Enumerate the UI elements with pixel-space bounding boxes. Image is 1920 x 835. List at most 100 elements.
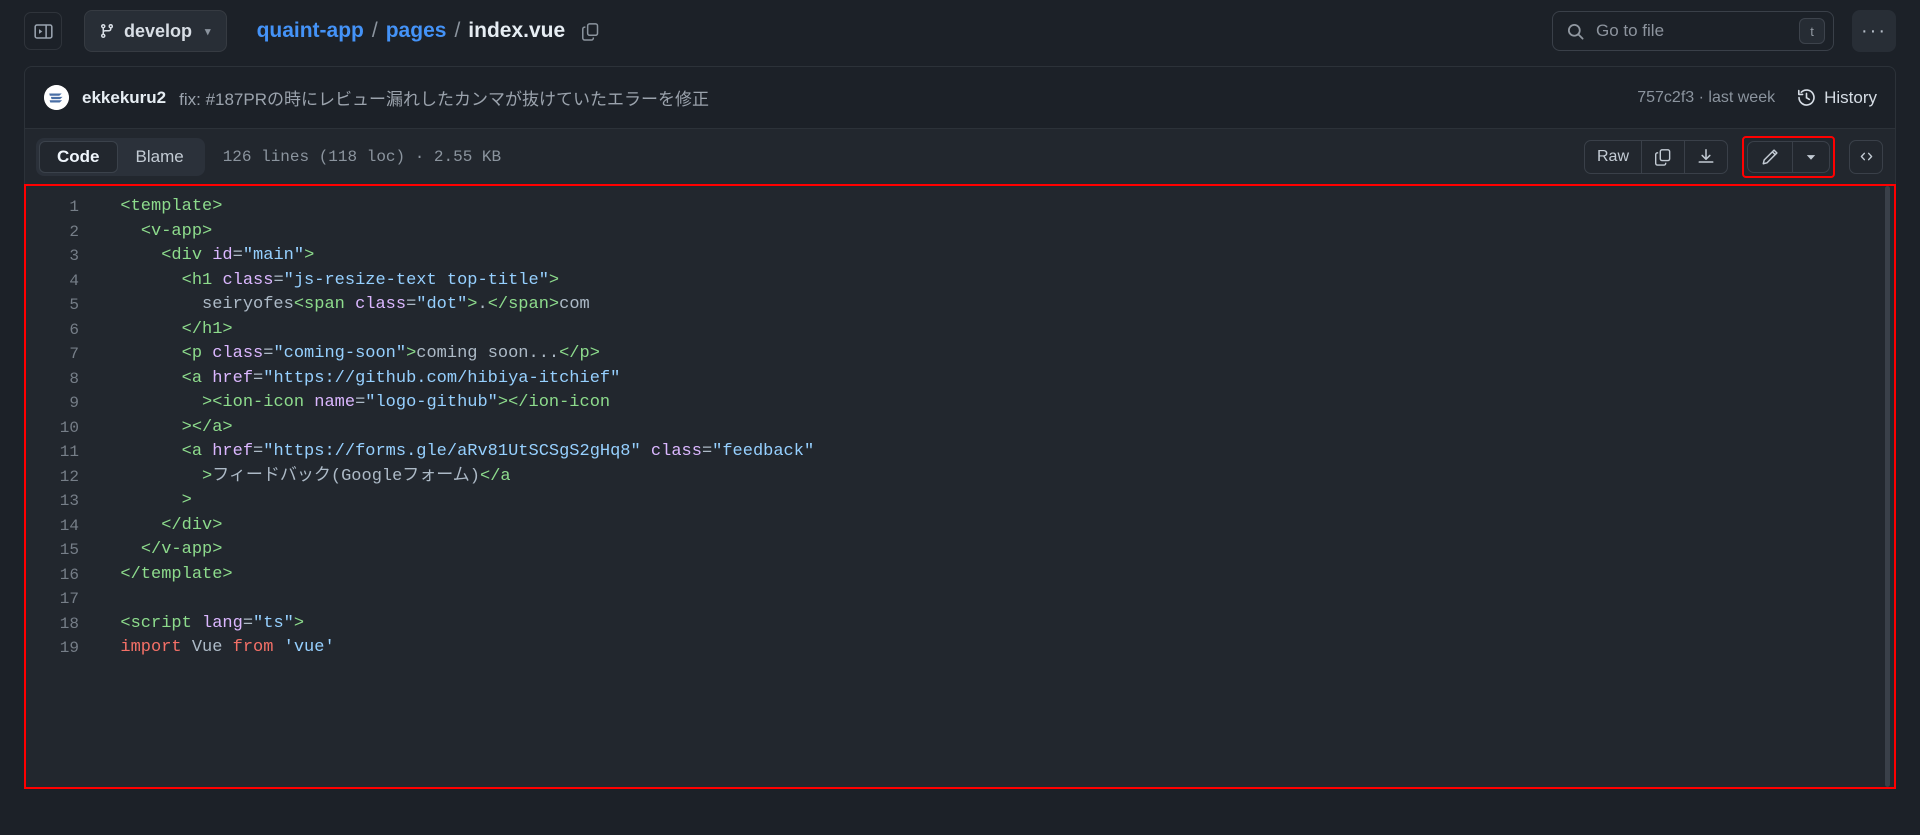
pencil-edit-icon[interactable]: [1748, 141, 1793, 172]
code-token-str: "ts": [253, 613, 294, 633]
line-number[interactable]: 12: [26, 465, 100, 490]
line-number[interactable]: 18: [26, 612, 100, 637]
code-line: 15 </v-app>: [26, 538, 1894, 563]
code-line: 17: [26, 587, 1894, 612]
avatar-glyph: [44, 85, 69, 110]
line-number[interactable]: 7: [26, 342, 100, 367]
download-icon[interactable]: [1685, 141, 1727, 173]
line-content[interactable]: <div id="main">: [100, 244, 1894, 269]
line-content[interactable]: seiryofes<span class="dot">.</span>com: [100, 293, 1894, 318]
line-content[interactable]: [100, 587, 1894, 612]
tab-code[interactable]: Code: [39, 140, 118, 173]
more-options-button[interactable]: ···: [1852, 10, 1896, 52]
line-number[interactable]: 10: [26, 416, 100, 441]
line-number[interactable]: 11: [26, 440, 100, 465]
code-token-str: 'vue': [283, 638, 335, 657]
line-number[interactable]: 5: [26, 293, 100, 318]
line-content[interactable]: >: [100, 489, 1894, 514]
line-number[interactable]: 15: [26, 538, 100, 563]
sidebar-expand-glyph: [33, 23, 53, 39]
code-token-punct: =: [263, 344, 274, 363]
line-content[interactable]: ><ion-icon name="logo-github"></ion-icon: [100, 391, 1894, 416]
code-token-attr: name: [314, 393, 356, 412]
breadcrumb-repo[interactable]: quaint-app: [257, 19, 364, 43]
code-symbols-icon[interactable]: [1849, 139, 1883, 174]
copy-raw-glyph: [1654, 148, 1671, 166]
commit-message[interactable]: fix: #187PRの時にレビュー漏れしたカンマが抜けていたエラーを修正: [179, 85, 709, 110]
chevron-down-icon: ▾: [205, 25, 211, 38]
code-line: 18 <script lang="ts">: [26, 612, 1894, 637]
code-token-tag: >: [202, 466, 213, 486]
sidebar-expand-icon[interactable]: [24, 12, 62, 50]
commit-relative-time: last week: [1708, 88, 1776, 106]
avatar[interactable]: [44, 85, 69, 110]
line-content[interactable]: <p class="coming-soon">coming soon...</p…: [100, 342, 1894, 367]
search-input[interactable]: Go to file t: [1552, 11, 1834, 51]
code-token-kw: from: [232, 638, 274, 657]
commit-author[interactable]: ekkekuru2: [82, 88, 166, 108]
code-line: 14 </div>: [26, 514, 1894, 539]
code-token-kw: import: [120, 638, 182, 657]
line-number[interactable]: 9: [26, 391, 100, 416]
commit-sha[interactable]: 757c2f3: [1637, 89, 1694, 106]
line-number[interactable]: 1: [26, 195, 100, 220]
raw-copy-download-group: Raw: [1583, 139, 1728, 174]
code-token-punct: =: [406, 295, 417, 314]
code-token-str: "https://forms.gle/aRv81UtSCSgS2gHq8": [263, 442, 641, 461]
commit-separator: ·: [1698, 88, 1704, 106]
line-content[interactable]: ></a>: [100, 416, 1894, 441]
copy-raw-icon[interactable]: [1642, 140, 1685, 173]
line-content[interactable]: <a href="https://forms.gle/aRv81UtSCSgS2…: [100, 440, 1894, 465]
raw-button[interactable]: Raw: [1585, 140, 1642, 173]
line-number[interactable]: 19: [26, 636, 100, 661]
code-token-tag: </span>: [487, 295, 560, 314]
line-content[interactable]: </template>: [100, 563, 1894, 588]
code-token-attr: class: [355, 295, 407, 314]
line-number[interactable]: 14: [26, 514, 100, 539]
code-token-tag: </a: [480, 466, 511, 486]
line-content[interactable]: </v-app>: [100, 538, 1894, 563]
line-number[interactable]: 17: [26, 587, 100, 612]
line-content[interactable]: <script lang="ts">: [100, 612, 1894, 637]
chevron-down-icon[interactable]: [1793, 142, 1829, 172]
line-number[interactable]: 4: [26, 269, 100, 294]
line-number[interactable]: 16: [26, 563, 100, 588]
copy-path-icon[interactable]: [581, 22, 600, 41]
line-content[interactable]: <a href="https://github.com/hibiya-itchi…: [100, 367, 1894, 392]
line-content[interactable]: >フィードバック(Googleフォーム)</a: [100, 465, 1894, 490]
line-content[interactable]: <template>: [100, 195, 1894, 220]
tab-blame[interactable]: Blame: [118, 141, 202, 173]
code-token-str: "logo-github": [365, 393, 498, 412]
code-viewer: 1 <template> 2 <v-app> 3 <div id="main"> 4 …: [24, 184, 1896, 789]
history-link[interactable]: History: [1797, 88, 1877, 108]
branch-selector[interactable]: develop ▾: [84, 10, 227, 52]
git-branch-icon: [100, 24, 113, 39]
code-token-punct: =: [701, 442, 713, 461]
line-content[interactable]: </h1>: [100, 318, 1894, 343]
line-content[interactable]: </div>: [100, 514, 1894, 539]
line-number[interactable]: 13: [26, 489, 100, 514]
line-content[interactable]: <v-app>: [100, 220, 1894, 245]
code-scrollbar[interactable]: [1885, 186, 1890, 787]
line-content[interactable]: <h1 class="js-resize-text top-title">: [100, 269, 1894, 294]
branch-name: develop: [124, 20, 193, 41]
code-token-plain: coming soon...: [416, 344, 560, 363]
line-number[interactable]: 6: [26, 318, 100, 343]
breadcrumb-folder[interactable]: pages: [386, 19, 447, 43]
line-content[interactable]: import Vue from 'vue': [100, 636, 1894, 661]
code-token-tag: >: [181, 491, 192, 510]
code-token-tag: <span: [293, 295, 356, 314]
code-token-tag: <v-app>: [140, 221, 213, 241]
code-token-tag: <div: [161, 246, 213, 265]
line-number[interactable]: 3: [26, 244, 100, 269]
code-token-tag: <a: [181, 442, 213, 461]
line-number[interactable]: 2: [26, 220, 100, 245]
line-number[interactable]: 8: [26, 367, 100, 392]
code-token-tag: >: [293, 613, 305, 633]
